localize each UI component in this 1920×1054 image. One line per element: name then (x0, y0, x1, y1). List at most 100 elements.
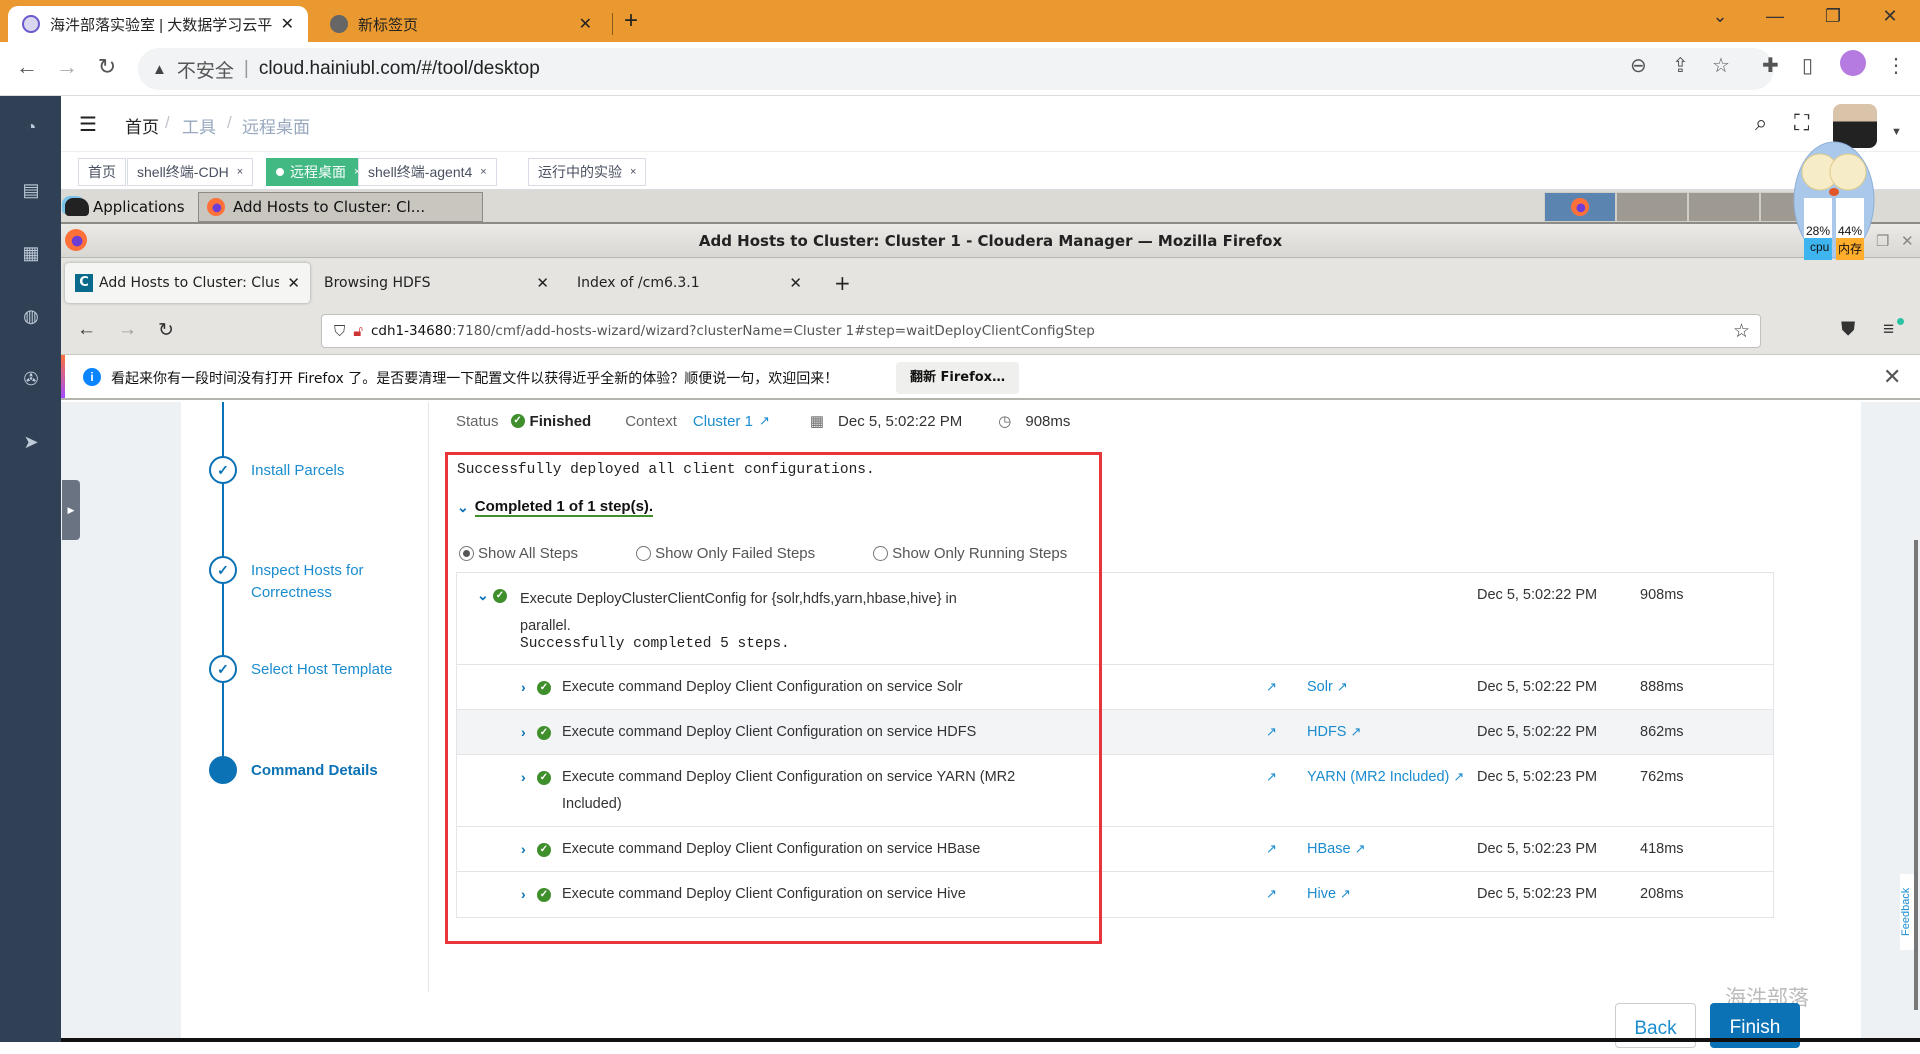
reload-icon[interactable]: ↻ (158, 319, 174, 342)
result-message: Successfully deployed all client configu… (457, 462, 875, 478)
wizard-step-install-parcels[interactable]: ✓ Install Parcels (209, 456, 401, 484)
workspace-3[interactable] (1688, 192, 1760, 222)
filter-all-steps[interactable]: Show All Steps (459, 545, 578, 562)
close-tab-icon[interactable]: ✕ (287, 274, 300, 292)
info-icon: i (83, 368, 101, 386)
firefox-tab-index-cm[interactable]: Index of /cm6.3.1 ✕ (567, 263, 812, 303)
send-icon[interactable]: ➤ (20, 431, 42, 453)
forward-arrow-icon[interactable]: → (118, 319, 137, 341)
close-window-icon[interactable]: ✕ (1901, 232, 1914, 250)
tag-remote-desktop[interactable]: 远程桌面 × (266, 158, 371, 186)
close-tab-icon[interactable]: ✕ (281, 14, 294, 34)
lifebuoy-icon[interactable]: ✇ (20, 368, 42, 390)
extensions-puzzle-icon[interactable]: ✚ (1762, 53, 1779, 78)
service-link[interactable]: YARN (MR2 Included) ↗ (1307, 769, 1464, 785)
filter-running-steps[interactable]: Show Only Running Steps (873, 545, 1067, 562)
minimize-button[interactable]: — (1755, 6, 1795, 27)
chevron-right-icon[interactable]: › (521, 841, 526, 857)
radio-icon (636, 546, 652, 561)
workspace-1[interactable] (1544, 192, 1616, 222)
close-tab-icon[interactable]: ✕ (536, 274, 549, 292)
bookmark-star-icon[interactable]: ☆ (1712, 53, 1730, 78)
bookmark-star-icon[interactable]: ☆ (1733, 320, 1750, 342)
sidebar-drag-handle[interactable]: ▶ (62, 480, 80, 540)
step-description: Execute command Deploy Client Configurat… (562, 841, 981, 857)
firefox-url-bar[interactable]: ⛉ 🔓︎ cdh1-34680 :7180/cmf/add-hosts-wiza… (321, 314, 1761, 348)
firefox-tab-browsing-hdfs[interactable]: Browsing HDFS ✕ (314, 263, 559, 303)
service-link[interactable]: HDFS ↗ (1307, 724, 1361, 740)
refresh-firefox-button[interactable]: 翻新 Firefox… (896, 362, 1020, 394)
document-icon[interactable]: ▤ (20, 179, 42, 201)
back-arrow-icon[interactable]: ← (12, 54, 42, 80)
tag-shell-agent4[interactable]: shell终端-agent4 × (358, 158, 497, 186)
firefox-new-tab-button[interactable]: + (824, 263, 861, 303)
external-link-icon[interactable]: ↗ (1266, 769, 1277, 785)
new-tab-button[interactable]: + (624, 6, 638, 38)
scrollbar[interactable] (1914, 540, 1918, 1010)
table-row: › ✓ Execute command Deploy Client Config… (457, 710, 1773, 755)
chrome-tab-newtab[interactable]: 新标签页 ✕ (316, 6, 606, 42)
firefox-tab-add-hosts[interactable]: C Add Hosts to Cluster: Cluster 1 ✕ (65, 263, 310, 303)
breadcrumb-home[interactable]: 首页 (125, 113, 159, 138)
external-link-icon[interactable]: ↗ (1266, 724, 1277, 740)
taskbar-firefox-window[interactable]: Add Hosts to Cluster: Cl... (198, 192, 483, 222)
table-row: › ✓ Execute command Deploy Client Config… (457, 665, 1773, 710)
external-link-icon[interactable]: ↗ (1266, 679, 1277, 695)
share-icon[interactable]: ⇪ (1672, 53, 1689, 78)
app-menu-icon[interactable]: ≡ (1883, 319, 1894, 341)
service-link[interactable]: Solr ↗ (1307, 679, 1348, 695)
resource-monitor-mascot[interactable]: 28% cpu 44% 内存 (1786, 120, 1882, 260)
apps-icon[interactable]: ▦ (20, 242, 42, 264)
dashboard-icon[interactable]: ◔ (20, 116, 42, 138)
tag-home[interactable]: 首页 (78, 158, 126, 186)
calendar-icon: ▦ (809, 413, 825, 430)
close-notice-icon[interactable]: ✕ (1883, 364, 1901, 390)
completed-steps-toggle[interactable]: ⌄ Completed 1 of 1 step(s). (457, 498, 654, 517)
tab-search-chevron-icon[interactable]: ⌄ (1700, 6, 1740, 27)
external-link-icon[interactable]: ↗ (759, 413, 770, 429)
maximize-button[interactable]: ❐ (1813, 6, 1853, 27)
chevron-down-icon[interactable]: ⌄ (477, 587, 489, 604)
applications-menu-button[interactable]: Applications (65, 193, 185, 221)
tag-close-icon[interactable]: × (237, 166, 243, 178)
tag-close-icon[interactable]: × (480, 166, 486, 178)
chevron-right-icon[interactable]: › (521, 769, 526, 785)
wizard-step-inspect-hosts[interactable]: ✓ Inspect Hosts for Correctness (209, 556, 401, 604)
address-bar[interactable]: ▲ 不安全 | cloud.hainiubl.com/#/tool/deskto… (138, 48, 1774, 90)
close-tab-icon[interactable]: ✕ (789, 274, 802, 292)
cm-page: ✓ Install Parcels ✓ Inspect Hosts for Co… (61, 402, 1920, 1042)
hamburger-menu-icon[interactable]: ☰ (79, 112, 97, 137)
close-window-button[interactable]: ✕ (1870, 6, 1910, 27)
tag-shell-cdh[interactable]: shell终端-CDH × (127, 158, 254, 186)
service-link[interactable]: Hive ↗ (1307, 886, 1351, 902)
tag-close-icon[interactable]: × (630, 166, 636, 178)
wizard-step-select-template[interactable]: ✓ Select Host Template (209, 655, 401, 683)
side-panel-icon[interactable]: ▯ (1802, 53, 1813, 78)
search-icon[interactable]: ⌕ (1755, 110, 1767, 136)
url-text[interactable]: cloud.hainiubl.com/#/tool/desktop (259, 58, 540, 80)
external-link-icon[interactable]: ↗ (1266, 886, 1277, 902)
chevron-right-icon[interactable]: › (521, 724, 526, 740)
reload-icon[interactable]: ↻ (92, 54, 122, 80)
globe-icon[interactable]: ◍ (20, 305, 42, 327)
back-arrow-icon[interactable]: ← (77, 319, 96, 341)
workspace-2[interactable] (1616, 192, 1688, 222)
success-check-icon: ✓ (537, 681, 551, 695)
breadcrumb-tools[interactable]: 工具 (182, 113, 216, 138)
pocket-icon[interactable]: ⛊ (1841, 319, 1855, 341)
chrome-tab-hainiu[interactable]: 海汼部落实验室 | 大数据学习云平台 ✕ (8, 6, 308, 42)
filter-failed-steps[interactable]: Show Only Failed Steps (636, 545, 815, 562)
external-link-icon[interactable]: ↗ (1266, 841, 1277, 857)
close-tab-icon[interactable]: ✕ (579, 14, 592, 34)
caret-down-icon[interactable]: ▼ (1891, 126, 1902, 138)
forward-arrow-icon[interactable]: → (52, 54, 82, 80)
chevron-right-icon[interactable]: › (521, 679, 526, 695)
zoom-out-icon[interactable]: ⊖ (1630, 53, 1647, 78)
service-link[interactable]: HBase ↗ (1307, 841, 1365, 857)
tag-running-experiments[interactable]: 运行中的实验 × (528, 158, 647, 186)
chrome-menu-icon[interactable]: ⋮ (1886, 53, 1906, 78)
profile-avatar[interactable] (1840, 50, 1866, 76)
context-link[interactable]: Cluster 1 (693, 413, 753, 430)
wizard-step-command-details[interactable]: Command Details (209, 756, 401, 784)
chevron-right-icon[interactable]: › (521, 886, 526, 902)
